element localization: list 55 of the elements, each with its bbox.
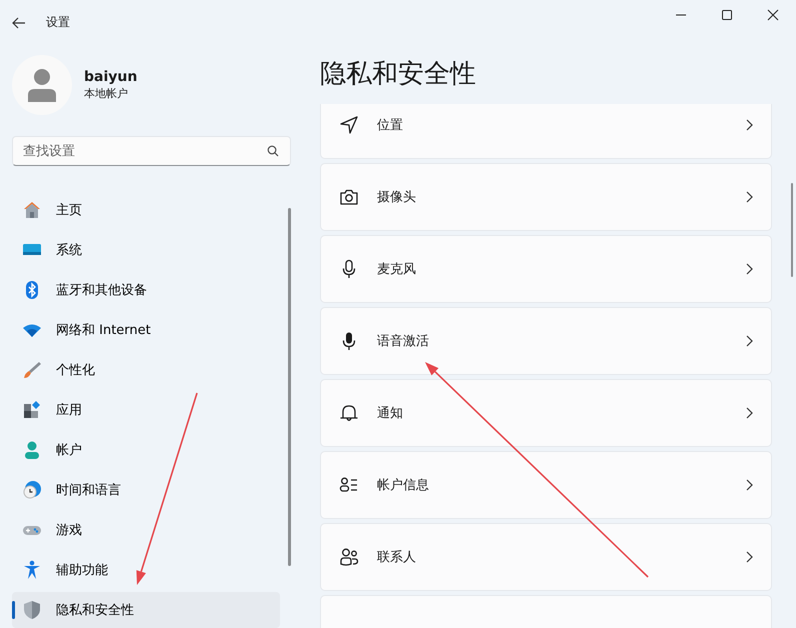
account-icon (22, 440, 42, 460)
settings-card[interactable]: 通知 (320, 379, 772, 447)
settings-card[interactable]: 联系人 (320, 523, 772, 591)
nav-item[interactable]: 游戏 (12, 512, 280, 548)
chevron-icon (745, 407, 753, 419)
search-field[interactable]: 查找设置 (12, 136, 291, 166)
clock-icon (22, 480, 42, 500)
search-icon (267, 145, 279, 157)
nav-item[interactable]: 隐私和安全性 (12, 592, 280, 628)
nav-item[interactable]: 帐户 (12, 432, 280, 468)
scrollbar[interactable] (288, 208, 291, 566)
back-arrow-icon (11, 14, 27, 30)
home-icon (22, 200, 42, 220)
card-label: 位置 (377, 117, 404, 134)
settings-card[interactable]: 语音激活 (320, 307, 772, 375)
card-label: 麦克风 (377, 261, 417, 278)
settings-card[interactable]: 帐户信息 (320, 451, 772, 519)
nav-item[interactable]: 时间和语言 (12, 472, 280, 508)
chevron-icon (745, 479, 753, 491)
card-label: 通知 (377, 405, 404, 422)
chevron-icon (745, 335, 753, 347)
nav-item[interactable]: 蓝牙和其他设备 (12, 272, 280, 308)
scrollbar[interactable] (791, 183, 793, 277)
account-type: 本地帐户 (84, 86, 129, 101)
apps-icon (22, 400, 42, 420)
settings-card[interactable]: 位置 (320, 104, 772, 159)
settings-card[interactable]: 麦克风 (320, 235, 772, 303)
chevron-icon (745, 119, 753, 131)
chevron-icon (745, 551, 753, 563)
card-label: 联系人 (377, 549, 417, 566)
shield-icon (22, 600, 42, 620)
minimize-icon (676, 14, 686, 16)
camera-icon (339, 187, 359, 207)
page-title: 隐私和安全性 (320, 58, 477, 91)
card-label: 帐户信息 (377, 477, 430, 494)
window-title: 设置 (46, 14, 70, 31)
nav-item[interactable]: 系统 (12, 232, 280, 268)
maximize-icon (721, 8, 733, 20)
card-label: 语音激活 (377, 333, 430, 350)
nav-item[interactable]: 网络和 Internet (12, 312, 280, 348)
chevron-icon (745, 191, 753, 203)
accessibility-icon (22, 560, 42, 580)
nav-item[interactable]: 辅助功能 (12, 552, 280, 588)
nav-item[interactable]: 应用 (12, 392, 280, 428)
settings-card[interactable]: 摄像头 (320, 163, 772, 231)
user-name: baiyun (84, 69, 138, 85)
chevron-icon (745, 263, 753, 275)
bell-icon (339, 403, 359, 423)
location-icon (339, 115, 359, 135)
close-icon (767, 8, 779, 20)
people-icon (339, 547, 359, 567)
brush-icon (22, 360, 42, 380)
nav-item[interactable]: 个性化 (12, 352, 280, 388)
card-label: 摄像头 (377, 189, 417, 206)
nav-item[interactable]: 主页 (12, 192, 280, 228)
